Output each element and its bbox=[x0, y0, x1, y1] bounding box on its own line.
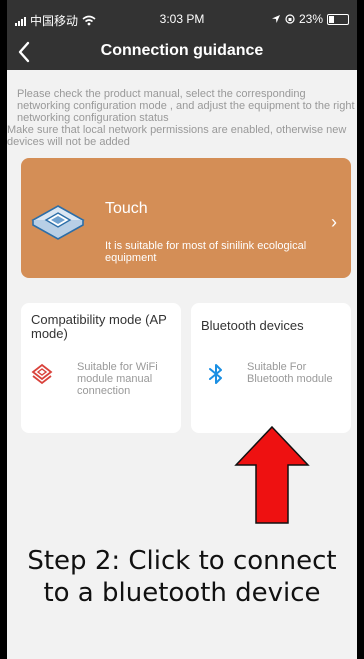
red-arrow-annotation bbox=[234, 425, 310, 524]
ap-mode-title: Compatibility mode (AP mode) bbox=[31, 312, 167, 341]
notice-line-2: Make sure that local network permissions… bbox=[7, 124, 347, 148]
app-screen: 中国移动 3:03 PM 23% Connection guidance Ple… bbox=[7, 0, 357, 659]
top-bar: 中国移动 3:03 PM 23% Connection guidance bbox=[7, 0, 357, 70]
status-bar: 中国移动 3:03 PM 23% bbox=[15, 12, 349, 30]
lock-rotation-icon bbox=[285, 14, 295, 24]
status-right: 23% bbox=[271, 12, 349, 26]
bluetooth-description: Suitable For Bluetooth module bbox=[247, 361, 333, 385]
location-icon bbox=[271, 15, 280, 23]
touch-description: It is suitable for most of sinilink ecol… bbox=[105, 240, 307, 264]
chevron-right-icon: › bbox=[331, 212, 337, 232]
step-caption-line-1: Step 2: Click to connect bbox=[27, 546, 337, 576]
touch-title: Touch bbox=[105, 200, 148, 217]
ap-mode-card[interactable]: Compatibility mode (AP mode) Suitable fo… bbox=[21, 303, 181, 433]
ap-mode-icon bbox=[31, 363, 53, 385]
nav-bar: Connection guidance bbox=[7, 38, 357, 68]
notice-line-1: Please check the product manual, select … bbox=[17, 88, 355, 124]
page-title: Connection guidance bbox=[100, 42, 264, 59]
chip-icon bbox=[31, 205, 85, 240]
bluetooth-title: Bluetooth devices bbox=[201, 318, 304, 333]
touch-mode-card[interactable]: Touch It is suitable for most of sinilin… bbox=[21, 158, 351, 278]
notice-text: Please check the product manual, select … bbox=[7, 88, 357, 148]
step-caption: Step 2: Click to connect to a bluetooth … bbox=[7, 545, 357, 609]
step-caption-line-2: to a bluetooth device bbox=[43, 578, 321, 608]
battery-percent: 23% bbox=[298, 12, 323, 26]
ap-mode-description: Suitable for WiFi module manual connecti… bbox=[77, 361, 158, 397]
bluetooth-icon bbox=[209, 364, 222, 384]
battery-icon bbox=[327, 13, 349, 25]
bluetooth-devices-card[interactable]: Bluetooth devices Suitable For Bluetooth… bbox=[191, 303, 351, 433]
